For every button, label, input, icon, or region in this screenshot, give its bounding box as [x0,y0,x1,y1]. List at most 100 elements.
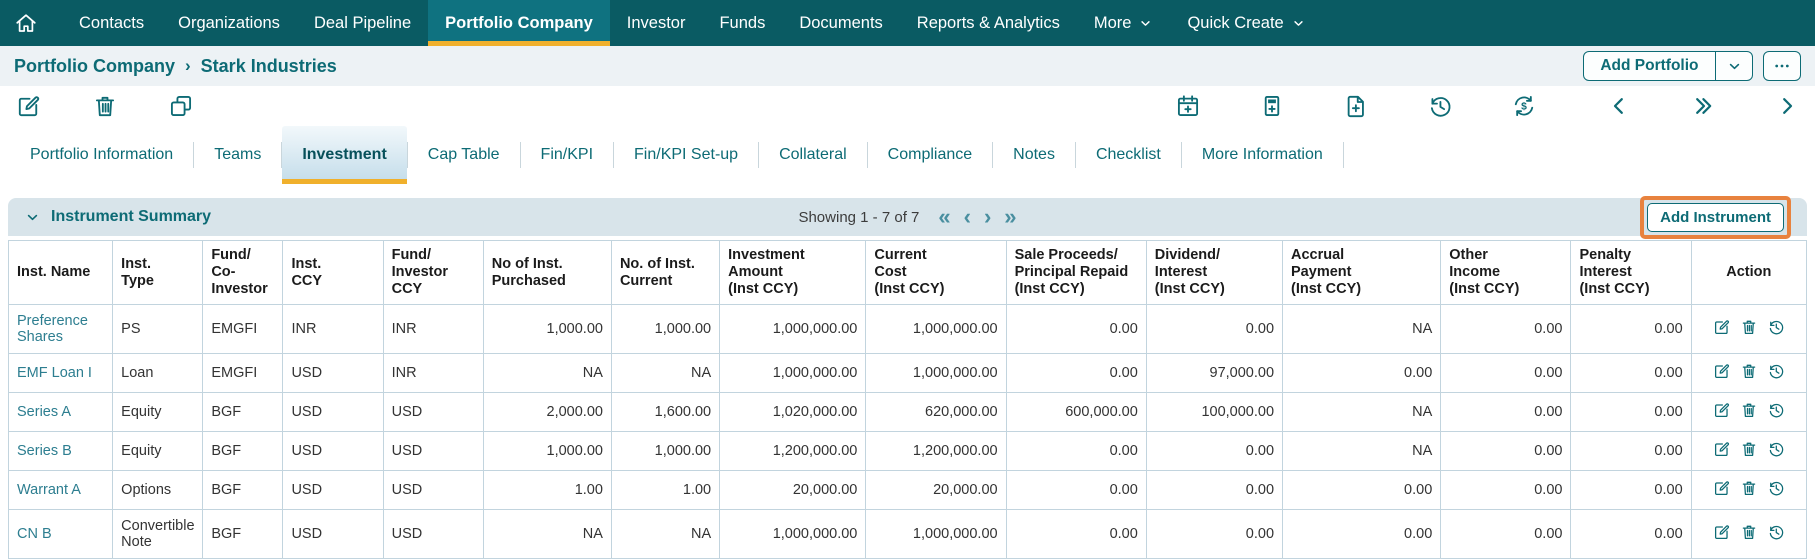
nav-item-investor[interactable]: Investor [610,0,703,46]
tab-fin-kpi-set-up[interactable]: Fin/KPI Set-up [614,126,758,184]
cell-dividend: 0.00 [1146,471,1282,510]
delete-icon[interactable] [92,93,118,119]
last-page-icon[interactable]: » [1004,206,1016,228]
nav-item-documents[interactable]: Documents [782,0,899,46]
cell-inst-name[interactable]: EMF Loan I [9,354,113,393]
table-row: CN BConvertible NoteBGFUSDUSDNANA1,000,0… [9,510,1807,559]
delete-icon[interactable] [1740,440,1758,458]
history-icon[interactable] [1767,479,1785,497]
cell-fund: EMGFI [203,305,283,354]
template-add-icon[interactable] [1259,93,1285,119]
edit-icon[interactable] [1713,523,1731,541]
add-portfolio-button[interactable]: Add Portfolio [1584,52,1714,80]
cell-penalty: 0.00 [1571,305,1691,354]
cell-inst-name[interactable]: Warrant A [9,471,113,510]
cell-fund: USD [383,510,483,559]
delete-icon[interactable] [1740,523,1758,541]
nav-item-portfolio-company[interactable]: Portfolio Company [428,0,610,46]
tab-separator [1343,142,1344,168]
cell-inst-name[interactable]: Series B [9,432,113,471]
nav-item-more[interactable]: More [1077,0,1171,46]
home-button[interactable] [0,0,52,46]
tab-teams[interactable]: Teams [194,126,281,184]
edit-icon[interactable] [1713,401,1731,419]
tab-fin-kpi[interactable]: Fin/KPI [521,126,613,184]
tab-portfolio-information[interactable]: Portfolio Information [10,126,193,184]
cell-inst-name[interactable]: Preference Shares [9,305,113,354]
tab-compliance[interactable]: Compliance [868,126,992,184]
cell-dividend: 0.00 [1146,432,1282,471]
history-icon[interactable] [1427,93,1453,119]
cell-sale-proceeds: 0.00 [1006,354,1146,393]
delete-icon[interactable] [1740,479,1758,497]
nav-item-quick-create[interactable]: Quick Create [1170,0,1322,46]
cell-penalty: 0.00 [1571,432,1691,471]
nav-item-label: Documents [799,14,882,33]
cell-inst: USD [283,354,383,393]
edit-icon[interactable] [1713,318,1731,336]
prev-page-icon[interactable]: ‹ [964,206,971,228]
history-icon[interactable] [1767,401,1785,419]
tab-collateral[interactable]: Collateral [759,126,867,184]
calendar-add-icon[interactable] [1175,93,1201,119]
cell-no-of-inst: 1,600.00 [611,393,719,432]
tab-investment[interactable]: Investment [282,126,406,184]
breadcrumb-parent[interactable]: Portfolio Company [14,56,175,77]
row-action-icons [1713,362,1785,380]
table-row: Series AEquityBGFUSDUSD2,000.001,600.001… [9,393,1807,432]
cell-fund: BGF [203,432,283,471]
nav-item-reports-analytics[interactable]: Reports & Analytics [900,0,1077,46]
currency-sync-icon[interactable]: $ [1511,93,1537,119]
cell-dividend: 0.00 [1146,510,1282,559]
edit-icon[interactable] [1713,362,1731,380]
cell-action [1691,432,1806,471]
cell-inst-name[interactable]: Series A [9,393,113,432]
record-toolbar: $ [0,86,1815,126]
row-action-icons [1713,479,1785,497]
nav-item-label: Organizations [178,14,280,33]
nav-item-organizations[interactable]: Organizations [161,0,297,46]
add-instrument-button[interactable]: Add Instrument [1647,203,1784,232]
cell-fund: INR [383,354,483,393]
history-icon[interactable] [1767,440,1785,458]
history-icon[interactable] [1767,362,1785,380]
cell-inst-name[interactable]: CN B [9,510,113,559]
tab-notes[interactable]: Notes [993,126,1075,184]
tab-cap-table[interactable]: Cap Table [408,126,520,184]
edit-icon[interactable] [1713,440,1731,458]
duplicate-icon[interactable] [168,93,194,119]
nav-item-deal-pipeline[interactable]: Deal Pipeline [297,0,428,46]
chevron-left-icon[interactable] [1607,94,1631,118]
delete-icon[interactable] [1740,318,1758,336]
row-action-icons [1713,318,1785,336]
column-header-inst-ccy: Inst. CCY [283,241,383,305]
cell-inst: Options [113,471,203,510]
history-icon[interactable] [1767,318,1785,336]
tab-checklist[interactable]: Checklist [1076,126,1181,184]
add-portfolio-split-button: Add Portfolio [1583,51,1753,81]
cell-inst: Convertible Note [113,510,203,559]
delete-icon[interactable] [1740,362,1758,380]
cell-inst: USD [283,432,383,471]
cell-investment: 20,000.00 [720,471,866,510]
add-portfolio-dropdown[interactable] [1716,52,1752,80]
first-page-icon[interactable]: « [938,206,950,228]
chevron-right-icon[interactable] [1775,94,1799,118]
history-icon[interactable] [1767,523,1785,541]
edit-icon[interactable] [1713,479,1731,497]
delete-icon[interactable] [1740,401,1758,419]
nav-item-label: More [1094,14,1132,33]
nav-item-contacts[interactable]: Contacts [62,0,161,46]
next-page-icon[interactable]: › [984,206,991,228]
cell-no-of-inst: 1,000.00 [611,305,719,354]
cell-no-of-inst: 1,000.00 [611,432,719,471]
file-add-icon[interactable] [1343,93,1369,119]
add-instrument-highlight: Add Instrument [1640,196,1791,239]
tab-more-information[interactable]: More Information [1182,126,1343,184]
more-actions-button[interactable] [1763,51,1801,81]
collapse-section-button[interactable] [24,209,41,226]
edit-icon[interactable] [16,93,42,119]
column-header-inst-type: Inst. Type [113,241,203,305]
double-chevron-right-icon[interactable] [1691,94,1715,118]
nav-item-funds[interactable]: Funds [702,0,782,46]
